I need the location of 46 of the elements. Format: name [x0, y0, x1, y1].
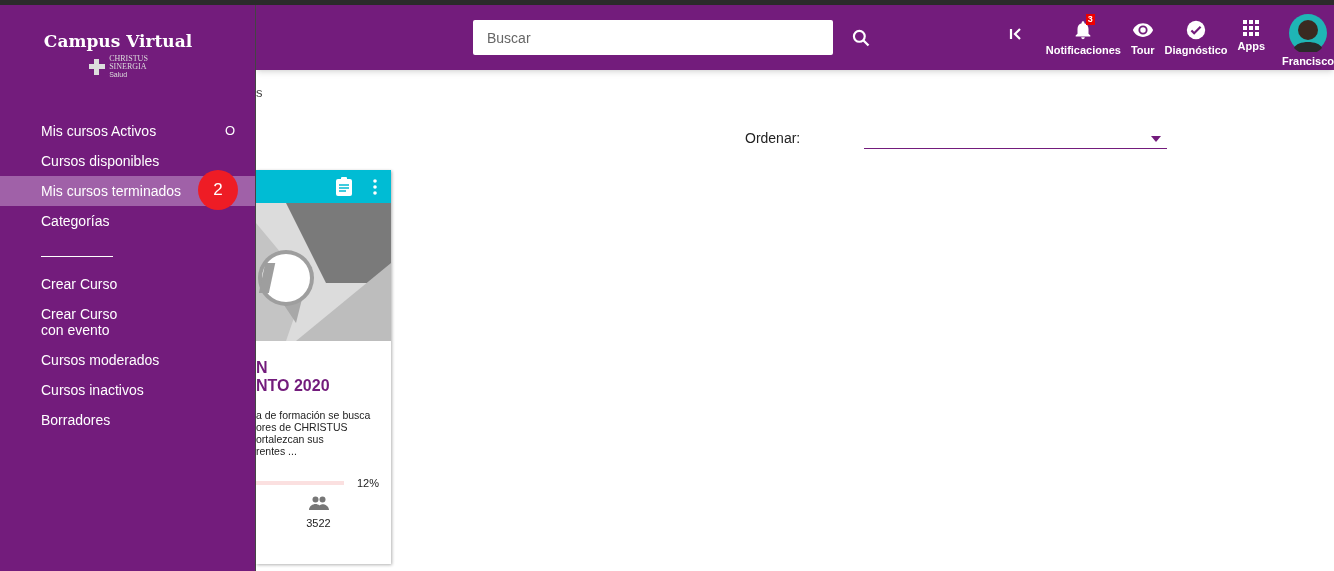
progress-percent: 12%: [356, 476, 379, 491]
toolbar-button[interactable]: 3 Notificaciones: [1040, 5, 1126, 59]
item-label: Cursos inactivos: [41, 382, 144, 398]
card-title: N: [256, 359, 269, 377]
breadcrumb: s: [256, 86, 264, 100]
sidebar-item[interactable]: Crear Curso con evento: [0, 299, 255, 345]
brand-text: SINERGIA: [109, 63, 148, 71]
search-icon[interactable]: [851, 27, 871, 48]
clipboard-icon[interactable]: [335, 176, 353, 197]
brand-text: CHRISTUS: [109, 55, 148, 63]
collapse-icon: [1008, 27, 1023, 41]
tour-step-tooltip: 2: [198, 170, 238, 210]
participants-count: 3522: [306, 515, 331, 531]
toolbar-button[interactable]: Apps: [1232, 5, 1271, 55]
sidebar-item[interactable]: Crear Curso: [0, 269, 255, 299]
people-icon: [308, 495, 329, 510]
item-label: Cursos moderados: [41, 352, 160, 368]
sidebar-item[interactable]: Cursos moderados: [0, 345, 255, 375]
check-circle-icon: [1185, 19, 1208, 41]
logo-title: Campus Virtual: [43, 30, 193, 52]
item-label: Cursos disponibles: [41, 153, 160, 169]
item-label: Crear Curso: [41, 276, 118, 292]
card-description: ores de CHRISTUS: [256, 421, 349, 433]
sort-label: Ordenar:: [745, 129, 801, 148]
item-label: Mis cursos terminados: [41, 183, 182, 199]
notification-badge: 3: [1085, 14, 1095, 25]
sidebar-item[interactable]: Cursos inactivos: [0, 375, 255, 405]
card-title: NTO 2020: [256, 377, 331, 395]
item-label: Borradores: [41, 412, 111, 428]
card-description: ortalezcan sus: [256, 433, 325, 445]
item-marker: O: [224, 123, 235, 139]
card-description: rentes ...: [256, 445, 298, 457]
avatar-icon: [1289, 14, 1327, 52]
card-description: a de formación se busca: [256, 409, 372, 421]
item-label: Mis cursos Activos: [41, 123, 157, 139]
dropdown-caret-icon: [1151, 135, 1162, 142]
profile-button[interactable]: Francisco: [1282, 5, 1334, 70]
sidebar-item[interactable]: Mis cursos Activos O: [0, 116, 255, 146]
apps-grid-icon: [1242, 19, 1261, 37]
search-field[interactable]: Buscar: [473, 20, 833, 55]
sidebar-item[interactable]: Borradores: [0, 405, 255, 435]
toolbar-button[interactable]: Diagnóstico: [1159, 5, 1233, 59]
item-label: Crear Curso con evento: [41, 306, 118, 338]
item-label: Categorías: [41, 213, 110, 229]
cross-logo-icon: [88, 58, 107, 76]
toolbar-button[interactable]: Tour: [1125, 5, 1160, 59]
